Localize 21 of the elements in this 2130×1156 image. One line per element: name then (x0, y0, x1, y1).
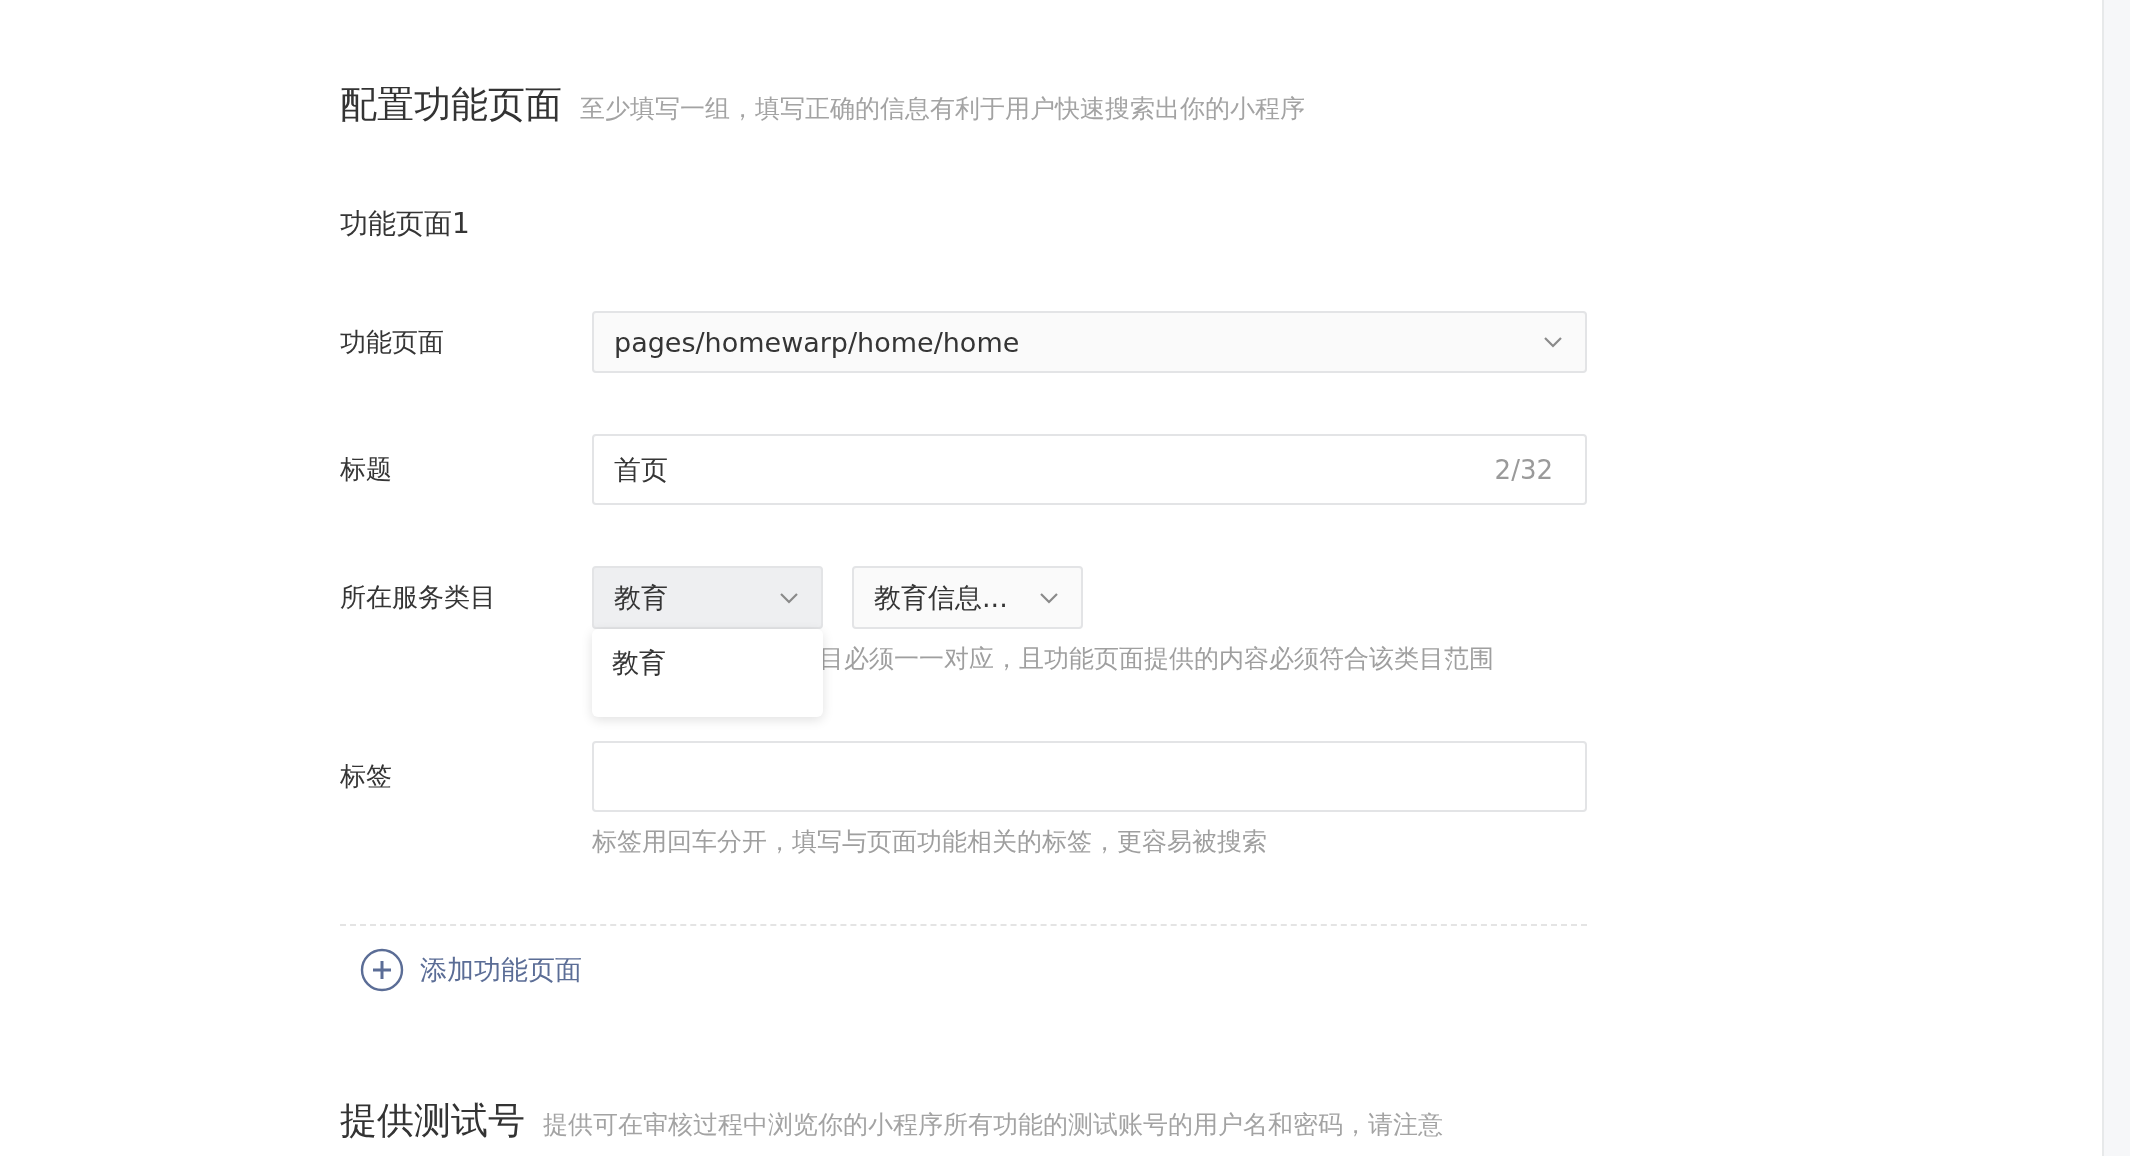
field-label: 标题 (340, 453, 393, 486)
chevron-down-icon (1039, 591, 1059, 604)
add-page-button[interactable]: 添加功能页面 (360, 948, 582, 992)
group-title: 功能页面1 (340, 206, 471, 242)
chevron-down-icon (779, 591, 799, 604)
section-title: 配置功能页面 (340, 82, 562, 128)
field-label: 标签 (340, 760, 393, 793)
plus-circle-icon (360, 948, 404, 992)
category-select[interactable]: 教育信息... (852, 566, 1083, 629)
category-select[interactable]: 教育 (592, 566, 823, 629)
section-title: 提供测试号 (340, 1098, 525, 1144)
field-hint: 标签用回车分开，填写与页面功能相关的标签，更容易被搜索 (592, 827, 1267, 856)
page-select[interactable]: pages/homewarp/home/home (592, 311, 1587, 373)
field-label: 所在服务类目 (340, 581, 497, 614)
section-hint: 提供可在审核过程中浏览你的小程序所有功能的测试账号的用户名和密码，请注意 (543, 1109, 1443, 1141)
section-hint: 至少填写一组，填写正确的信息有利于用户快速搜索出你的小程序 (580, 93, 1305, 125)
tags-input[interactable] (592, 741, 1587, 812)
char-counter: 2/32 (1494, 454, 1553, 485)
field-label: 功能页面 (340, 325, 445, 359)
chevron-down-icon (1543, 336, 1563, 348)
title-input[interactable]: 首页 2/32 (592, 434, 1587, 505)
